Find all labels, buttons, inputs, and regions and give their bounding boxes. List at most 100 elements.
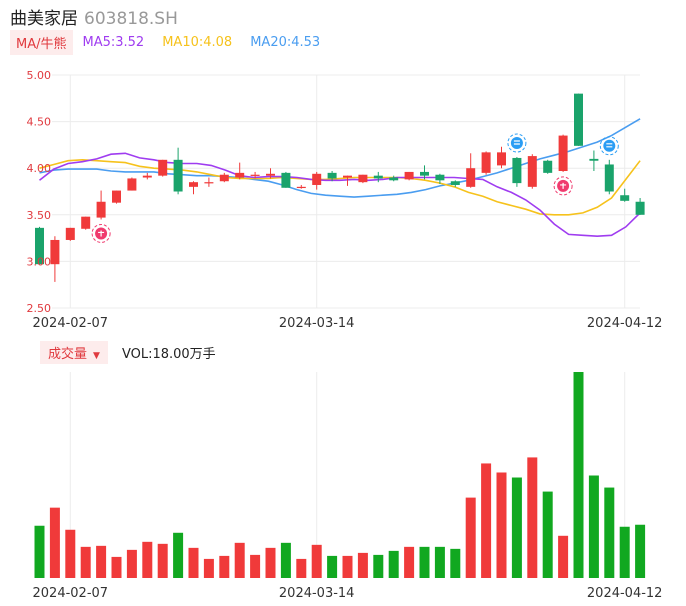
candle[interactable] bbox=[358, 174, 368, 184]
candle-body bbox=[404, 171, 414, 180]
candle[interactable] bbox=[112, 190, 121, 204]
volume-bar[interactable] bbox=[342, 555, 353, 578]
volume-bar[interactable] bbox=[481, 463, 492, 578]
candle[interactable] bbox=[189, 181, 198, 195]
candle[interactable] bbox=[281, 171, 291, 188]
volume-bar[interactable] bbox=[234, 542, 245, 578]
candle[interactable] bbox=[497, 146, 506, 169]
candle-body bbox=[512, 157, 522, 184]
bull-badge-icon bbox=[91, 223, 111, 243]
candle[interactable] bbox=[50, 236, 60, 282]
candle[interactable] bbox=[81, 216, 91, 230]
candle[interactable] bbox=[142, 172, 152, 180]
candle-body bbox=[142, 175, 152, 178]
volume-bar[interactable] bbox=[265, 547, 276, 578]
candle[interactable] bbox=[481, 151, 491, 175]
volume-bar[interactable] bbox=[96, 545, 107, 578]
candle[interactable] bbox=[204, 177, 214, 187]
volume-bar[interactable] bbox=[280, 542, 291, 578]
volume-bar[interactable] bbox=[388, 550, 399, 578]
candle[interactable] bbox=[219, 172, 229, 183]
x-tick-label-volume: 2024-03-14 bbox=[279, 586, 355, 601]
candle[interactable] bbox=[635, 198, 645, 215]
volume-bar[interactable] bbox=[296, 558, 307, 578]
volume-bar[interactable] bbox=[511, 477, 522, 578]
volume-bar[interactable] bbox=[357, 552, 368, 578]
candle[interactable] bbox=[512, 157, 522, 187]
candle-body bbox=[127, 178, 137, 191]
volume-bar[interactable] bbox=[126, 549, 137, 578]
volume-bar[interactable] bbox=[203, 558, 214, 578]
candle-body bbox=[589, 158, 599, 161]
volume-bar[interactable] bbox=[49, 507, 60, 578]
marker-dot bbox=[603, 139, 616, 152]
stock-chart[interactable]: 5.004.504.003.503.002.502024-02-072024-0… bbox=[0, 0, 686, 606]
volume-bar[interactable] bbox=[157, 543, 168, 578]
x-tick-label: 2024-04-12 bbox=[587, 316, 663, 331]
candle-body bbox=[574, 93, 583, 146]
candle[interactable] bbox=[620, 188, 630, 202]
volume-bar[interactable] bbox=[434, 546, 445, 578]
y-tick-label: 2.50 bbox=[27, 302, 52, 315]
volume-bar[interactable] bbox=[419, 546, 430, 578]
volume-bar[interactable] bbox=[465, 497, 476, 578]
y-tick-label: 4.50 bbox=[27, 116, 52, 129]
candle[interactable] bbox=[65, 227, 75, 241]
candle-body bbox=[250, 174, 260, 176]
candle[interactable] bbox=[466, 153, 476, 188]
volume-bar[interactable] bbox=[219, 555, 230, 578]
volume-bar[interactable] bbox=[173, 532, 184, 578]
candle-body bbox=[558, 135, 568, 171]
candle[interactable] bbox=[558, 134, 568, 172]
volume-bar[interactable] bbox=[496, 472, 507, 578]
y-tick-label: 5.00 bbox=[27, 69, 52, 82]
volume-bar[interactable] bbox=[80, 546, 91, 578]
volume-bar[interactable] bbox=[450, 548, 461, 578]
candle-body bbox=[281, 172, 291, 188]
candle-body bbox=[466, 168, 476, 187]
volume-bar[interactable] bbox=[373, 554, 384, 578]
y-tick-label: 3.00 bbox=[27, 255, 52, 268]
candle[interactable] bbox=[96, 190, 106, 220]
candle[interactable] bbox=[235, 162, 245, 180]
volume-bar[interactable] bbox=[542, 491, 553, 578]
volume-bar[interactable] bbox=[588, 475, 599, 578]
candle[interactable] bbox=[173, 147, 183, 195]
candle[interactable] bbox=[604, 159, 614, 195]
volume-bar[interactable] bbox=[635, 524, 646, 578]
volume-bar[interactable] bbox=[573, 372, 584, 578]
volume-bar[interactable] bbox=[111, 556, 122, 578]
volume-bar[interactable] bbox=[188, 547, 199, 578]
volume-bar[interactable] bbox=[34, 525, 45, 578]
candle-body bbox=[373, 175, 383, 179]
candle-body bbox=[235, 172, 245, 178]
candle[interactable] bbox=[574, 93, 583, 146]
volume-bar[interactable] bbox=[250, 554, 261, 578]
x-tick-label: 2024-03-14 bbox=[279, 316, 355, 331]
volume-bar[interactable] bbox=[327, 555, 338, 578]
volume-bar[interactable] bbox=[311, 544, 322, 578]
candle[interactable] bbox=[158, 159, 168, 177]
candle[interactable] bbox=[312, 171, 322, 190]
volume-bar[interactable] bbox=[65, 529, 76, 578]
volume-bar[interactable] bbox=[619, 526, 630, 578]
candle[interactable] bbox=[527, 154, 537, 189]
candle-body bbox=[435, 174, 445, 181]
candle-body bbox=[420, 171, 429, 176]
candle-body bbox=[204, 182, 214, 184]
candle[interactable] bbox=[296, 184, 306, 189]
volume-bar[interactable] bbox=[404, 546, 415, 578]
candle-body bbox=[81, 216, 91, 229]
candle[interactable] bbox=[389, 175, 399, 182]
candle-body bbox=[481, 152, 491, 173]
volume-bar[interactable] bbox=[527, 457, 538, 578]
candle-body bbox=[173, 159, 183, 192]
volume-bar[interactable] bbox=[142, 541, 153, 578]
candle-body bbox=[65, 227, 75, 240]
candle[interactable] bbox=[404, 171, 414, 181]
volume-bar[interactable] bbox=[604, 487, 615, 578]
volume-bar[interactable] bbox=[558, 535, 569, 578]
candle[interactable] bbox=[127, 177, 137, 191]
candle[interactable] bbox=[543, 159, 553, 174]
x-tick-label: 2024-02-07 bbox=[33, 316, 109, 331]
